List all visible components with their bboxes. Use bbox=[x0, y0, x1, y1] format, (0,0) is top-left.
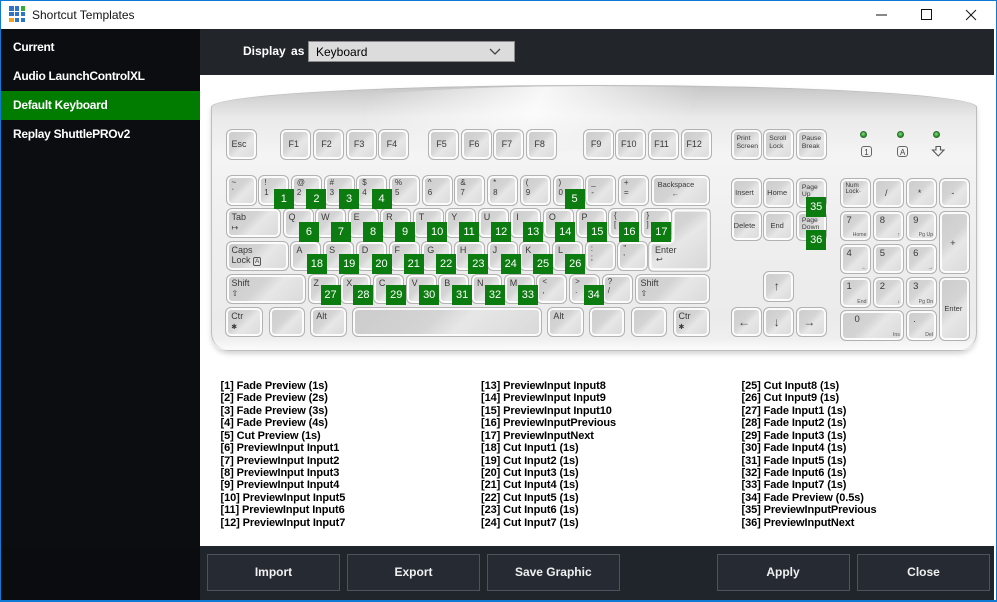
svg-text:↩: ↩ bbox=[656, 255, 663, 264]
svg-text:Enter: Enter bbox=[655, 245, 677, 255]
